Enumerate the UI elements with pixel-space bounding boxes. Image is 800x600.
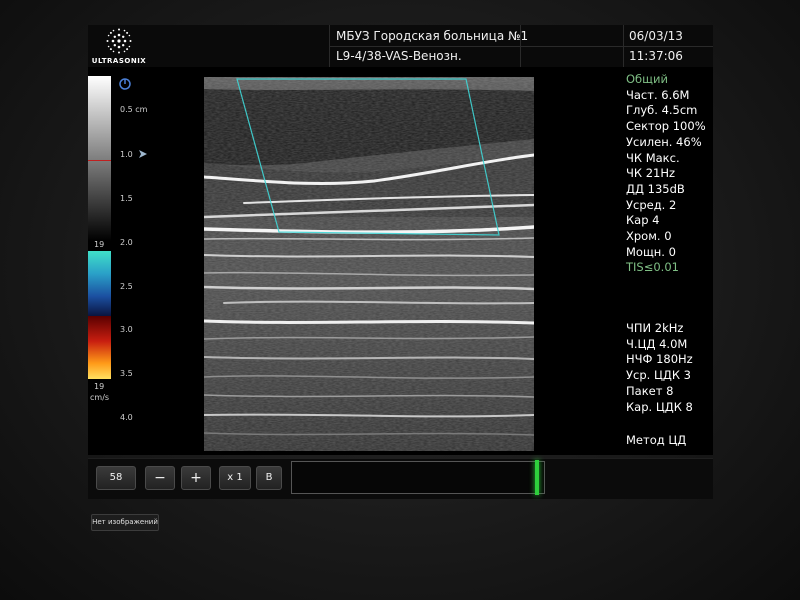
doppler-param-line: НЧФ 180Hz	[626, 352, 693, 367]
probe-name: L9-4/38-VAS-Венозн.	[336, 49, 462, 63]
doppler-param-line: Ч.ЦД 4.0M	[626, 336, 688, 351]
header-bar: МБУЗ Городская больница №1 L9-4/38-VAS-В…	[88, 25, 713, 67]
cine-slider-handle[interactable]	[535, 460, 539, 495]
param-line: Мощн. 0	[626, 244, 676, 259]
param-line: Хром. 0	[626, 229, 672, 244]
color-bar-positive	[88, 251, 111, 316]
no-images-button[interactable]: Нет изображений	[91, 514, 159, 531]
depth-tick: 1.0	[120, 150, 133, 159]
doppler-parameters-panel: ЧПИ 2kHz Ч.ЦД 4.0M НЧФ 180Hz Уср. ЦДК 3 …	[626, 321, 693, 415]
doppler-param-line: Уср. ЦДК 3	[626, 368, 691, 383]
logo-dots-icon	[106, 28, 132, 54]
doppler-param-line: Кар. ЦДК 8	[626, 399, 693, 414]
color-roi-box[interactable]	[204, 77, 534, 247]
gray-marker	[88, 160, 111, 161]
doppler-param-line: ЧПИ 2kHz	[626, 321, 684, 335]
parameters-panel: Общий Част. 6.6M Глуб. 4.5cm Сектор 100%…	[626, 72, 706, 276]
depth-tick: 3.0	[120, 325, 133, 334]
depth-tick: 1.5	[120, 194, 133, 203]
depth-tick: 2.5	[120, 282, 133, 291]
exam-time: 11:37:06	[629, 49, 683, 63]
param-line: Усред. 2	[626, 197, 677, 212]
param-line: Сектор 100%	[626, 119, 706, 134]
grayscale-bar	[88, 76, 111, 241]
hospital-name: МБУЗ Городская больница №1	[336, 29, 529, 43]
frame-number-field[interactable]: 58	[96, 466, 136, 490]
power-icon[interactable]	[119, 78, 131, 90]
focus-marker-icon[interactable]	[138, 149, 148, 159]
velocity-top-label: 19	[94, 240, 105, 249]
param-line: Част. 6.6M	[626, 87, 690, 102]
param-line: Кар 4	[626, 213, 660, 228]
param-line: ЧК Макс.	[626, 150, 680, 165]
color-bar-negative	[88, 316, 111, 379]
exam-date: 06/03/13	[629, 29, 683, 43]
brand-name: ULTRASONIX	[91, 57, 147, 65]
cine-slider[interactable]	[291, 460, 545, 495]
param-line: Усилен. 46%	[626, 134, 702, 149]
zoom-button[interactable]: x 1	[219, 466, 251, 490]
depth-tick: 4.0	[120, 413, 133, 422]
velocity-bottom-label: 19	[94, 382, 105, 391]
velocity-unit: cm/s	[90, 393, 110, 402]
mode-b-button[interactable]: B	[256, 466, 282, 490]
depth-tick: 0.5 cm	[120, 105, 148, 114]
doppler-param-line: Пакет 8	[626, 383, 674, 398]
plus-button[interactable]: +	[181, 466, 211, 490]
method-label: Метод ЦД	[626, 433, 687, 447]
param-tis: TIS≤0.01	[626, 260, 679, 275]
param-line: Глуб. 4.5cm	[626, 103, 698, 118]
depth-tick: 3.5	[120, 369, 133, 378]
param-line: ДД 135dB	[626, 181, 685, 196]
param-mode: Общий	[626, 72, 668, 86]
param-line: ЧК 21Hz	[626, 166, 676, 181]
header-divider	[329, 46, 713, 47]
depth-tick: 2.0	[120, 238, 133, 247]
ultrasonix-logo: ULTRASONIX	[88, 26, 150, 68]
minus-button[interactable]: −	[145, 466, 175, 490]
